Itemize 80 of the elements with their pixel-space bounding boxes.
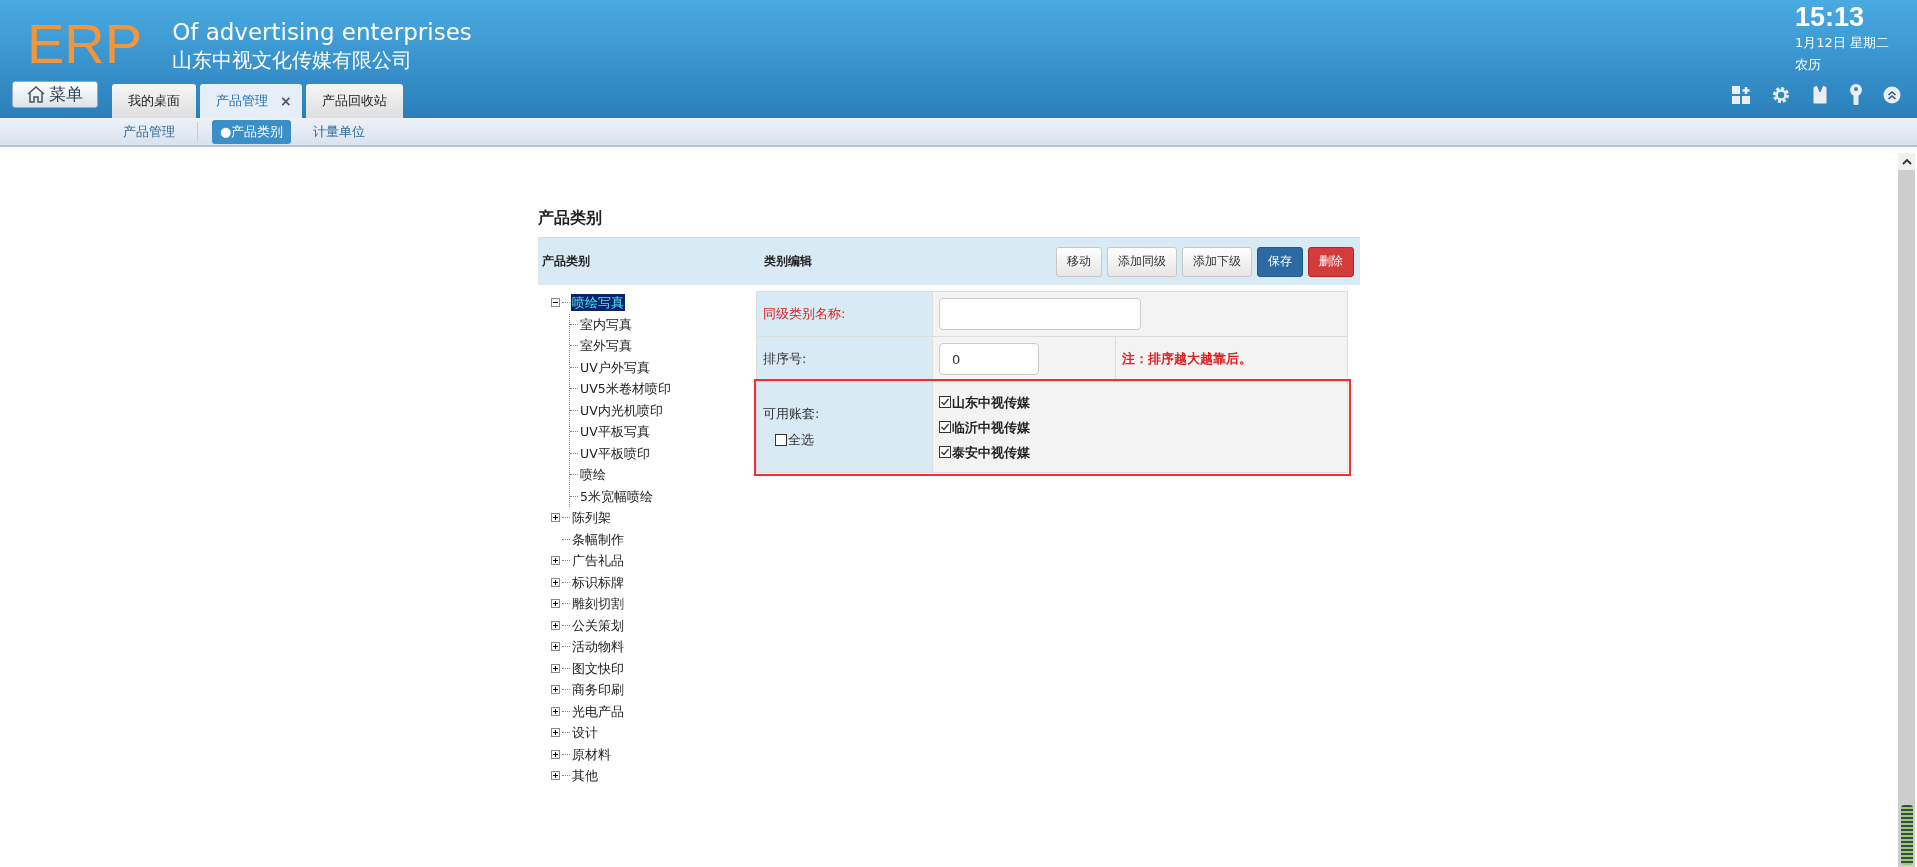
menu-button[interactable]: 菜单 xyxy=(12,81,98,108)
tab[interactable]: 我的桌面 xyxy=(112,84,196,118)
expand-toggle-icon[interactable] xyxy=(551,599,562,609)
account-label: 泰安中视传媒 xyxy=(952,443,1030,462)
checkbox[interactable] xyxy=(939,396,951,408)
clock-time: 15:13 xyxy=(1795,2,1866,32)
tree-item[interactable]: 条幅制作 xyxy=(571,530,625,548)
sub-tab[interactable]: 计量单位 xyxy=(305,119,374,144)
tree-item[interactable]: 5米宽幅喷绘 xyxy=(579,487,654,505)
edit-heading: 类别编辑 xyxy=(764,253,812,270)
company-name: 山东中视文化传媒有限公司 xyxy=(172,47,414,74)
expand-toggle-icon[interactable] xyxy=(551,620,562,630)
key-icon[interactable] xyxy=(1849,84,1863,106)
field-label: 可用账套: xyxy=(763,406,820,421)
action-button[interactable]: 添加同级 xyxy=(1107,246,1177,277)
clock-date: 1月12日 星期二 xyxy=(1795,34,1890,52)
expand-toggle-icon[interactable] xyxy=(551,577,562,587)
level-meter-drawing xyxy=(1900,805,1913,865)
tree-item[interactable]: 原材料 xyxy=(571,745,612,763)
tree-item[interactable]: 图文快印 xyxy=(571,659,625,677)
tree-item[interactable]: 光电产品 xyxy=(571,702,625,720)
erp-logo: ERP xyxy=(27,14,143,74)
home-icon xyxy=(27,86,45,103)
page-title: 产品类别 xyxy=(538,207,603,229)
field-label: 排序号: xyxy=(763,351,807,366)
sub-tab[interactable]: 产品管理 xyxy=(115,119,183,144)
tree-item[interactable]: UV内光机喷印 xyxy=(579,401,664,419)
tree-item[interactable]: UV5米卷材喷印 xyxy=(579,380,672,398)
tree-item[interactable]: 雕刻切割 xyxy=(571,595,625,613)
expand-toggle-icon[interactable] xyxy=(551,513,562,523)
action-button[interactable]: 移动 xyxy=(1056,246,1102,277)
shirt-icon[interactable] xyxy=(1811,84,1829,106)
sort-note: 注：排序越大越靠后。 xyxy=(1122,351,1253,366)
checkbox[interactable] xyxy=(775,434,787,446)
tree-item[interactable]: UV平板喷印 xyxy=(579,444,651,462)
checkbox[interactable] xyxy=(939,446,951,458)
name-input-field[interactable] xyxy=(939,298,1141,330)
app-title: Of advertising enterprises xyxy=(172,18,472,46)
action-button[interactable]: 添加下级 xyxy=(1182,246,1252,277)
tree-item[interactable]: UV平板写真 xyxy=(579,423,651,441)
tree-item[interactable]: 喷绘写真 xyxy=(571,294,625,312)
expand-toggle-icon[interactable] xyxy=(551,663,562,673)
expand-toggle-icon[interactable] xyxy=(551,706,562,716)
checkbox[interactable] xyxy=(939,421,951,433)
tree-item[interactable]: 室内写真 xyxy=(579,315,633,333)
expand-toggle-icon[interactable] xyxy=(551,685,562,695)
tree-item[interactable]: 商务印刷 xyxy=(571,681,625,699)
tree-item[interactable]: UV户外写真 xyxy=(579,358,651,376)
expand-toggle-icon[interactable] xyxy=(551,642,562,652)
scrollbar[interactable] xyxy=(1898,153,1915,867)
sub-tab[interactable]: ●产品类别 xyxy=(212,119,292,144)
tree-item[interactable]: 喷绘 xyxy=(579,466,607,484)
expand-toggle-icon[interactable] xyxy=(551,556,562,566)
tree-item[interactable]: 设计 xyxy=(571,724,599,742)
tree-item[interactable]: 室外写真 xyxy=(579,337,633,355)
tree-item[interactable]: 其他 xyxy=(571,767,599,785)
action-button[interactable]: 保存 xyxy=(1257,246,1303,277)
account-label: 临沂中视传媒 xyxy=(952,418,1030,437)
scroll-up-icon[interactable] xyxy=(1901,158,1912,166)
expand-toggle-icon[interactable] xyxy=(551,771,562,781)
expand-toggle-icon[interactable] xyxy=(551,749,562,759)
tree-item[interactable]: 广告礼品 xyxy=(571,552,625,570)
tree-heading: 产品类别 xyxy=(542,253,591,270)
select-all-label: 全选 xyxy=(788,431,814,449)
action-button[interactable]: 删除 xyxy=(1308,246,1354,277)
account-label: 山东中视传媒 xyxy=(952,393,1030,412)
tree-item[interactable]: 陈列架 xyxy=(571,509,612,527)
tab[interactable]: 产品回收站 xyxy=(305,84,403,118)
tab[interactable]: 产品管理 × xyxy=(200,84,302,118)
add-widget-icon[interactable] xyxy=(1731,85,1751,105)
expand-toggle-icon[interactable] xyxy=(551,728,562,738)
field-label: 同级类别名称: xyxy=(763,306,846,321)
tree-item[interactable]: 标识标牌 xyxy=(571,573,625,591)
expand-toggle-icon[interactable] xyxy=(551,298,562,308)
tree-item[interactable]: 公关策划 xyxy=(571,616,625,634)
tree-item[interactable]: 活动物料 xyxy=(571,638,625,656)
close-icon[interactable]: × xyxy=(280,93,292,109)
settings-icon[interactable] xyxy=(1771,85,1791,105)
sort-order-input-field[interactable]: 0 xyxy=(939,343,1039,375)
collapse-up-icon[interactable] xyxy=(1883,86,1901,104)
